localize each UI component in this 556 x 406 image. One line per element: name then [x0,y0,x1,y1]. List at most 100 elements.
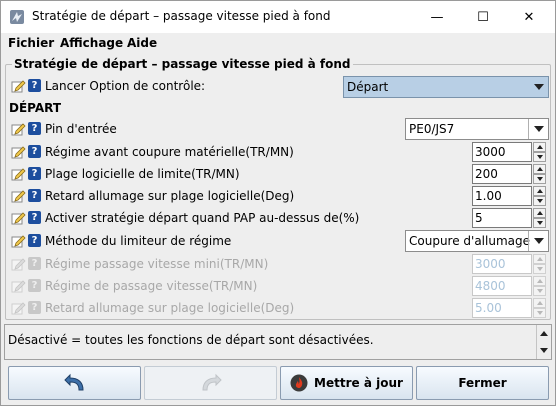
help-text-area: Désactivé = toutes les fonctions de dépa… [4,324,552,360]
help-scrollbar[interactable] [536,325,551,359]
spin-down-button[interactable] [533,196,546,206]
tps-threshold-spinner[interactable]: 5 [472,208,546,228]
launch-option-select[interactable]: Départ [343,76,549,98]
spin-up-button [533,298,546,308]
spinner-input[interactable]: 200 [472,164,532,184]
pin-select[interactable]: PE0/JS7 [405,118,549,140]
title-bar: Stratégie de départ – passage vitesse pi… [1,1,555,33]
scroll-down-icon[interactable] [540,348,548,353]
close-button[interactable]: Fermer [416,366,549,400]
help-icon[interactable]: ? [28,167,41,180]
spin-up-button[interactable] [533,142,546,152]
edit-icon [11,258,26,271]
help-icon[interactable]: ? [28,211,41,224]
limiter-method-value: Coupure d'allumage [409,234,531,248]
close-icon: ✕ [523,9,535,25]
minimize-button[interactable]: — [414,1,460,33]
field-label: Régime passage vitesse mini(TR/MN) [45,257,269,271]
window-title: Stratégie de départ – passage vitesse pi… [32,9,331,23]
spinner-input: 3000 [472,254,532,274]
row-field-disabled: ? Retard allumage sur plage logicielle(D… [9,298,549,318]
help-icon: ? [28,279,41,292]
spin-down-button[interactable] [533,152,546,162]
menu-affichage[interactable]: Affichage [60,36,123,50]
maximize-button[interactable]: ☐ [460,1,506,33]
help-icon[interactable]: ? [28,189,41,202]
help-icon[interactable]: ? [28,79,41,92]
spin-down-button[interactable] [533,174,546,184]
spin-down-button[interactable] [533,218,546,228]
spinner-input: 4800 [472,276,532,296]
rpm-hard-cut-spinner[interactable]: 3000 [472,142,546,162]
pin-value: PE0/JS7 [409,122,455,136]
launch-option-label: Lancer Option de contrôle: [45,79,206,93]
edit-icon[interactable] [11,79,26,93]
spinner-input[interactable]: 5 [472,208,532,228]
undo-icon [63,373,84,391]
chevron-down-icon [528,119,548,139]
chevron-down-icon [528,77,548,97]
help-icon[interactable]: ? [28,122,41,135]
limiter-method-select[interactable]: Coupure d'allumage [405,230,549,252]
close-label: Fermer [458,376,507,390]
edit-icon[interactable] [11,234,26,248]
row-field-disabled: ? Régime passage vitesse mini(TR/MN) 300… [9,254,549,274]
field-label: Retard allumage sur plage logicielle(Deg… [45,189,295,203]
help-text: Désactivé = toutes les fonctions de dépa… [8,333,374,347]
row-field: ? Plage logicielle de limite(TR/MN) 200 [9,164,549,184]
settings-panel: Stratégie de départ – passage vitesse pi… [4,56,552,321]
edit-icon[interactable] [11,145,26,159]
row-limiter-method: ? Méthode du limiteur de régime Coupure … [9,230,549,252]
shift-timing-retard-spinner: 5.00 [472,298,546,318]
row-field: ? Activer stratégie départ quand PAP au-… [9,208,549,228]
spin-up-button [533,276,546,286]
undo-button[interactable] [8,366,141,400]
edit-icon[interactable] [11,189,26,203]
launch-option-value: Départ [347,80,389,94]
spin-down-button [533,264,546,274]
spin-down-button [533,308,546,318]
group-title: Stratégie de départ – passage vitesse pi… [12,57,353,71]
edit-icon [11,280,26,293]
row-pin: ? Pin d'entrée PE0/JS7 [9,118,549,140]
flame-icon [290,374,308,392]
limiter-method-label: Méthode du limiteur de régime [45,234,232,248]
edit-icon[interactable] [11,211,26,225]
close-window-button[interactable]: ✕ [506,1,552,33]
shift-rpm-min-spinner: 3000 [472,254,546,274]
field-label: Plage logicielle de limite(TR/MN) [45,167,240,181]
help-icon: ? [28,301,41,314]
menu-fichier[interactable]: Fichier [8,36,54,50]
section-heading-depart: DÉPART [9,101,62,115]
edit-icon[interactable] [11,122,26,136]
spin-up-button[interactable] [533,186,546,196]
scroll-up-icon[interactable] [540,331,548,336]
row-field: ? Retard allumage sur plage logicielle(D… [9,186,549,206]
redo-button [144,366,277,400]
field-label: Activer stratégie départ quand PAP au-de… [45,211,360,225]
spin-up-button[interactable] [533,208,546,218]
chevron-down-icon [528,231,548,251]
edit-icon [11,302,26,315]
menu-bar: Fichier Affichage Aide [1,33,555,53]
spinner-input[interactable]: 1.00 [472,186,532,206]
burn-label: Mettre à jour [314,376,403,390]
spinner-input: 5.00 [472,298,532,318]
spin-up-button [533,254,546,264]
help-icon: ? [28,257,41,270]
maximize-icon: ☐ [477,9,489,25]
menu-aide[interactable]: Aide [127,36,157,50]
spin-up-button[interactable] [533,164,546,174]
spinner-input[interactable]: 3000 [472,142,532,162]
shift-rpm-spinner: 4800 [472,276,546,296]
field-label: Régime de passage vitesse(TR/MN) [45,279,258,293]
soft-timing-retard-spinner[interactable]: 1.00 [472,186,546,206]
soft-limit-range-spinner[interactable]: 200 [472,164,546,184]
spin-down-button [533,286,546,296]
help-icon[interactable]: ? [28,234,41,247]
redo-icon [201,373,222,391]
burn-button[interactable]: Mettre à jour [280,366,413,400]
edit-icon[interactable] [11,167,26,181]
row-field-disabled: ? Régime de passage vitesse(TR/MN) 4800 [9,276,549,296]
help-icon[interactable]: ? [28,145,41,158]
